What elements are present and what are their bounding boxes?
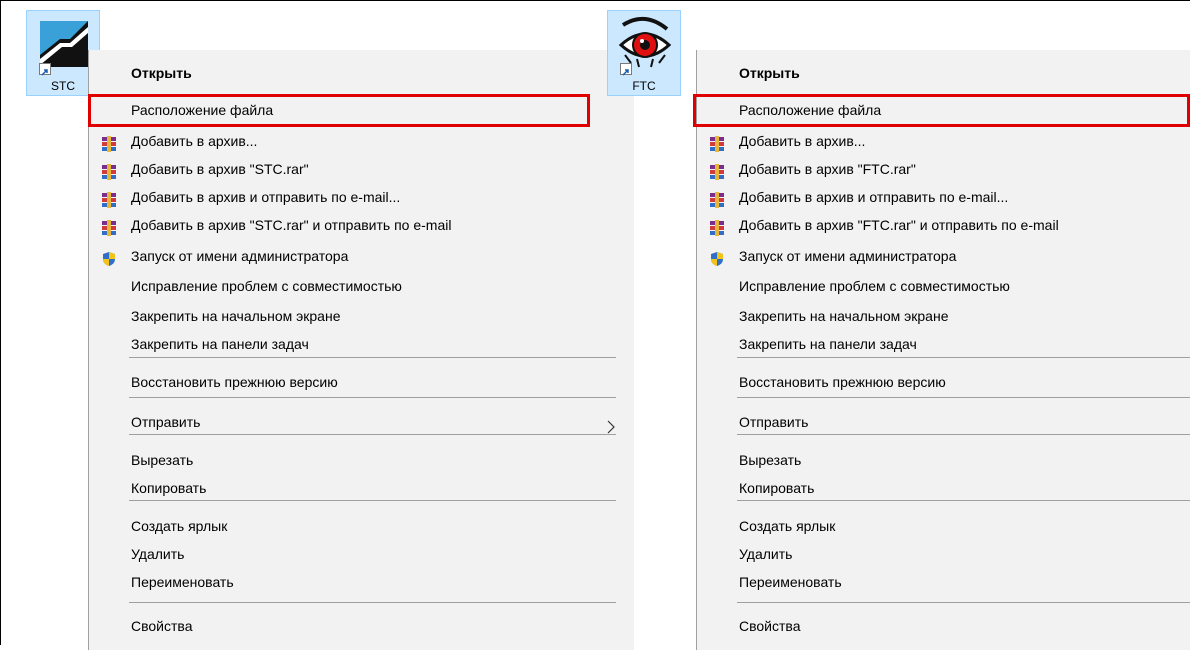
menu-separator [737,602,1190,603]
menu-separator [129,434,616,435]
menu-item-label: Добавить в архив... [131,133,258,149]
winrar-icon [101,133,117,152]
menu-item[interactable]: Восстановить прежнюю версию [89,368,634,396]
menu-separator [737,397,1190,398]
menu-item[interactable]: Создать ярлык [89,512,634,540]
uac-shield-icon [101,248,117,266]
winrar-icon [709,133,725,152]
menu-item[interactable]: Запуск от имени администратора [697,242,1190,270]
menu-item-label: Переименовать [739,574,842,590]
menu-item-label: Запуск от имени администратора [131,248,349,264]
menu-item-label: Закрепить на панели задач [131,336,309,352]
menu-item-label: Отправить [739,414,809,430]
menu-separator [737,434,1190,435]
menu-item-label: Закрепить на начальном экране [131,308,341,324]
menu-item[interactable]: Свойства [89,612,634,640]
menu-item[interactable]: Исправление проблем с совместимостью [89,272,634,300]
shortcut-arrow-icon [620,63,632,76]
menu-item[interactable]: Переименовать [89,568,634,596]
menu-item[interactable]: Удалить [89,540,634,568]
menu-item[interactable]: Открыть [697,59,1190,87]
menu-item-label: Закрепить на начальном экране [739,308,949,324]
menu-item-label: Удалить [739,546,793,562]
menu-item-label: Открыть [131,65,192,81]
menu-item[interactable]: Копировать [89,474,634,502]
menu-item-label: Запуск от имени администратора [739,248,957,264]
menu-item-label: Открыть [739,65,800,81]
menu-separator [737,357,1190,358]
menu-item-label: Добавить в архив и отправить по e-mail..… [739,189,1009,205]
menu-item[interactable]: Добавить в архив и отправить по e-mail..… [89,183,634,211]
menu-item-label: Свойства [739,618,801,634]
menu-item-label: Создать ярлык [131,518,228,534]
menu-separator [129,357,616,358]
menu-item[interactable]: Добавить в архив... [697,127,1190,155]
menu-item-label: Копировать [131,480,207,496]
menu-item-label: Переименовать [131,574,234,590]
highlight-box-ftc [693,94,1190,127]
menu-item[interactable]: Добавить в архив "STC.rar" [89,155,634,183]
menu-item-label: Свойства [131,618,193,634]
menu-item[interactable]: Добавить в архив... [89,127,634,155]
menu-item-label: Исправление проблем с совместимостью [739,278,1010,294]
menu-item[interactable]: Добавить в архив и отправить по e-mail..… [697,183,1190,211]
winrar-icon [101,217,117,236]
menu-item-label: Восстановить прежнюю версию [739,374,946,390]
chevron-right-icon [607,415,616,434]
menu-item[interactable]: Отправить [697,408,1190,436]
menu-item-label: Добавить в архив "STC.rar" [131,161,309,177]
menu-item[interactable]: Восстановить прежнюю версию [697,368,1190,396]
menu-item[interactable]: Закрепить на панели задач [697,330,1190,358]
menu-item-label: Исправление проблем с совместимостью [131,278,402,294]
menu-item[interactable]: Добавить в архив "FTC.rar" [697,155,1190,183]
menu-item[interactable]: Создать ярлык [697,512,1190,540]
menu-item[interactable]: Запуск от имени администратора [89,242,634,270]
menu-item[interactable]: Открыть [89,59,634,87]
menu-item-label: Добавить в архив и отправить по e-mail..… [131,189,401,205]
menu-separator [129,500,616,501]
menu-item-label: Удалить [131,546,185,562]
winrar-icon [101,161,117,180]
menu-item[interactable]: Свойства [697,612,1190,640]
menu-item-label: Восстановить прежнюю версию [131,374,338,390]
menu-item[interactable]: Вырезать [697,446,1190,474]
menu-separator [129,397,616,398]
winrar-icon [709,161,725,180]
uac-shield-icon [709,248,725,266]
winrar-icon [101,189,117,208]
winrar-icon [709,217,725,236]
menu-item-label: Добавить в архив "STC.rar" и отправить п… [131,217,452,233]
menu-item[interactable]: Закрепить на начальном экране [697,302,1190,330]
menu-separator [129,602,616,603]
menu-item-label: Создать ярлык [739,518,836,534]
menu-item-label: Добавить в архив "FTC.rar" и отправить п… [739,217,1059,233]
menu-item[interactable]: Закрепить на панели задач [89,330,634,358]
desktop-shortcut-ftc[interactable]: FTC [607,10,681,96]
menu-item-label: Закрепить на панели задач [739,336,917,352]
context-menu-ftc: Открыть Расположение файла Добавить в архи… [696,50,1190,650]
menu-item[interactable]: Отправить [89,408,634,436]
shortcut-label: FTC [632,79,656,93]
menu-item[interactable]: Добавить в архив "FTC.rar" и отправить п… [697,211,1190,239]
menu-item[interactable]: Переименовать [697,568,1190,596]
menu-item-label: Копировать [739,480,815,496]
menu-item[interactable]: Добавить в архив "STC.rar" и отправить п… [89,211,634,239]
menu-item[interactable]: Копировать [697,474,1190,502]
menu-item[interactable]: Исправление проблем с совместимостью [697,272,1190,300]
shortcut-arrow-icon [39,63,51,76]
menu-item[interactable]: Вырезать [89,446,634,474]
menu-item[interactable]: Закрепить на начальном экране [89,302,634,330]
highlight-box-stc [88,94,590,127]
menu-item-label: Добавить в архив "FTC.rar" [739,161,916,177]
menu-item[interactable]: Удалить [697,540,1190,568]
context-menu-stc: Открыть Расположение файла Добавить в архи… [88,50,634,650]
menu-item-label: Вырезать [131,452,194,468]
menu-separator [737,500,1190,501]
menu-item-label: Отправить [131,414,201,430]
winrar-icon [709,189,725,208]
menu-item-label: Добавить в архив... [739,133,866,149]
menu-item-label: Вырезать [739,452,802,468]
